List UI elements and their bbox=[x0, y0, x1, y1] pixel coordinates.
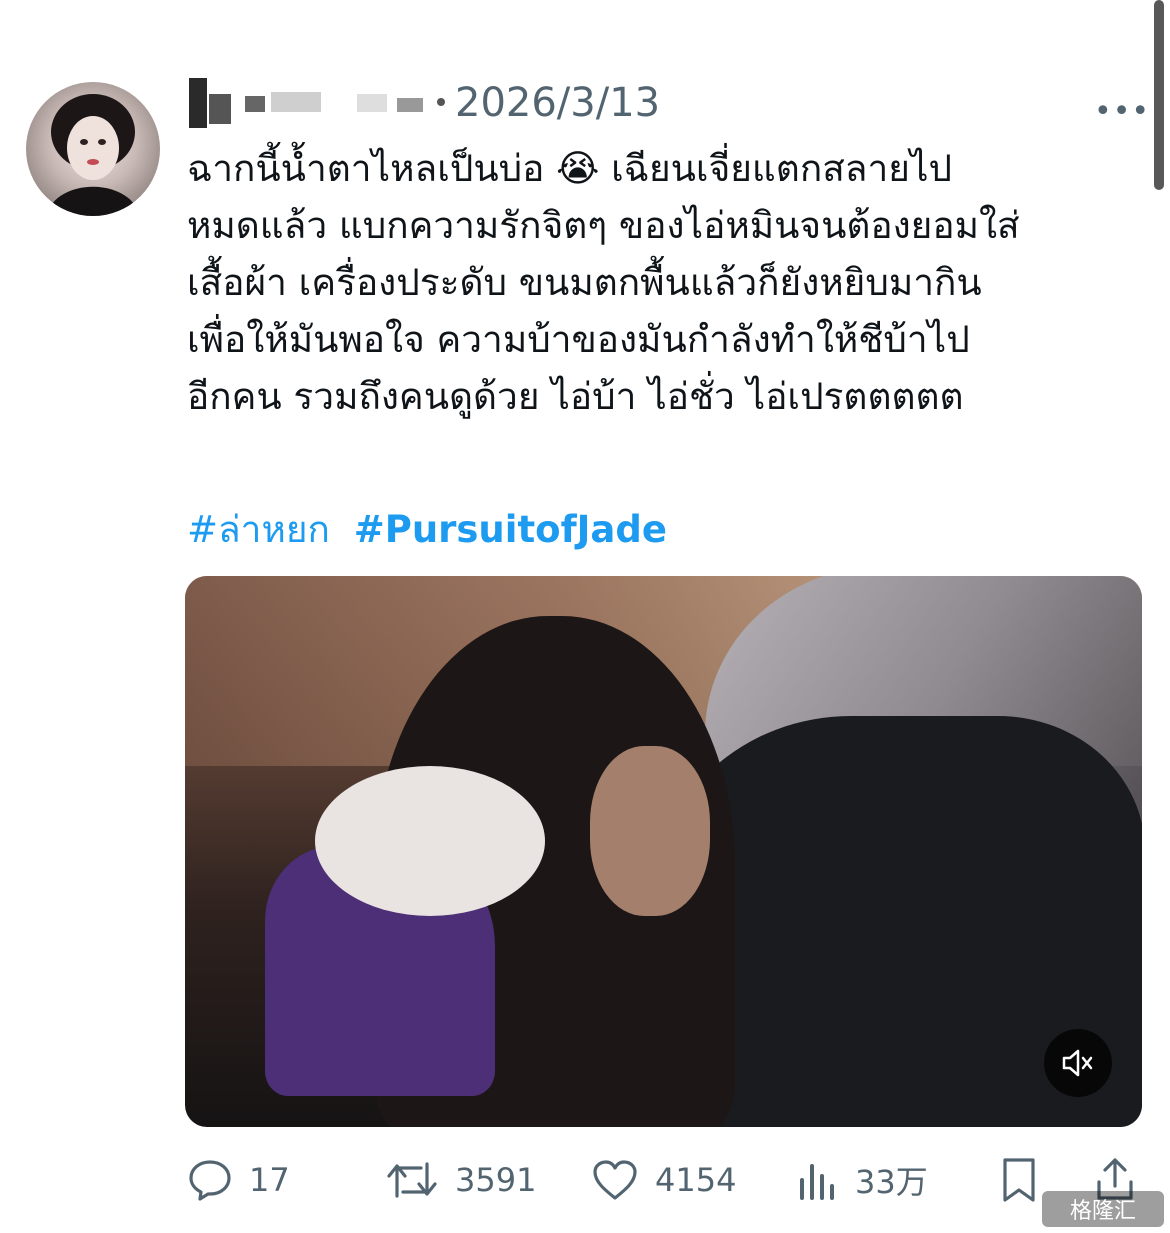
heart-icon bbox=[593, 1160, 637, 1200]
action-bar: 17 3591 4154 33万 bbox=[187, 1150, 1147, 1210]
speaker-muted-icon[interactable] bbox=[1044, 1029, 1112, 1097]
views-button[interactable]: 33万 bbox=[797, 1150, 928, 1210]
hashtags: #ล่าหยก #PursuitofJade bbox=[187, 500, 679, 559]
video-player[interactable] bbox=[185, 576, 1142, 1127]
hashtag-link[interactable]: #ล่าหยก bbox=[187, 508, 330, 551]
redacted-username bbox=[189, 78, 207, 128]
views-count: 33万 bbox=[855, 1163, 928, 1201]
redacted-handle bbox=[245, 96, 265, 112]
post-text-line: หมดแล้ว แบกความรักจิตๆ ของไอ่หมินจนต้องย… bbox=[187, 204, 1020, 247]
scrollbar[interactable] bbox=[1154, 0, 1164, 190]
bookmark-button[interactable] bbox=[999, 1150, 1039, 1210]
post-text-line: เพื่อให้มันพอใจ ความบ้าของมันกำลังทำให้ช… bbox=[187, 318, 970, 361]
post-text-line: ฉากนี้น้ำตาไหลเป็นบ่อ 😭 เฉียนเจี่ยแตกสลา… bbox=[187, 147, 953, 190]
post-text: ฉากนี้น้ำตาไหลเป็นบ่อ 😭 เฉียนเจี่ยแตกสลา… bbox=[187, 140, 1152, 425]
post-header: 2026/3/13 bbox=[187, 74, 1087, 134]
redacted-handle bbox=[397, 98, 423, 112]
redacted-handle bbox=[357, 94, 387, 112]
views-chart-icon bbox=[800, 1164, 834, 1200]
watermark-text: 格隆汇 bbox=[1069, 1199, 1136, 1224]
separator-dot bbox=[437, 98, 445, 106]
video-figure bbox=[315, 766, 545, 916]
video-figure bbox=[590, 746, 710, 916]
reply-count: 17 bbox=[249, 1161, 290, 1199]
post-text-line: อีกคน รวมถึงคนดูด้วย ไอ่บ้า ไอ่ชั่ว ไอ่เ… bbox=[187, 375, 964, 418]
reply-icon bbox=[189, 1160, 231, 1201]
like-count: 4154 bbox=[655, 1161, 737, 1199]
reply-button[interactable]: 17 bbox=[187, 1150, 290, 1210]
hashtag-link[interactable]: #PursuitofJade bbox=[354, 508, 667, 551]
repost-icon bbox=[387, 1162, 437, 1198]
like-button[interactable]: 4154 bbox=[591, 1150, 736, 1210]
redacted-username bbox=[209, 94, 231, 124]
repost-button[interactable]: 3591 bbox=[385, 1150, 536, 1210]
post-date[interactable]: 2026/3/13 bbox=[455, 80, 660, 126]
redacted-handle bbox=[271, 92, 321, 112]
bookmark-icon bbox=[1003, 1158, 1035, 1202]
post-text-line: เสื้อผ้า เครื่องประดับ ขนมตกพื้นแล้วก็ยั… bbox=[187, 261, 982, 304]
watermark-logo: 格隆汇 bbox=[1042, 1191, 1164, 1227]
avatar[interactable] bbox=[26, 82, 160, 216]
more-options-icon[interactable]: ••• bbox=[1094, 94, 1150, 129]
repost-count: 3591 bbox=[455, 1161, 537, 1199]
